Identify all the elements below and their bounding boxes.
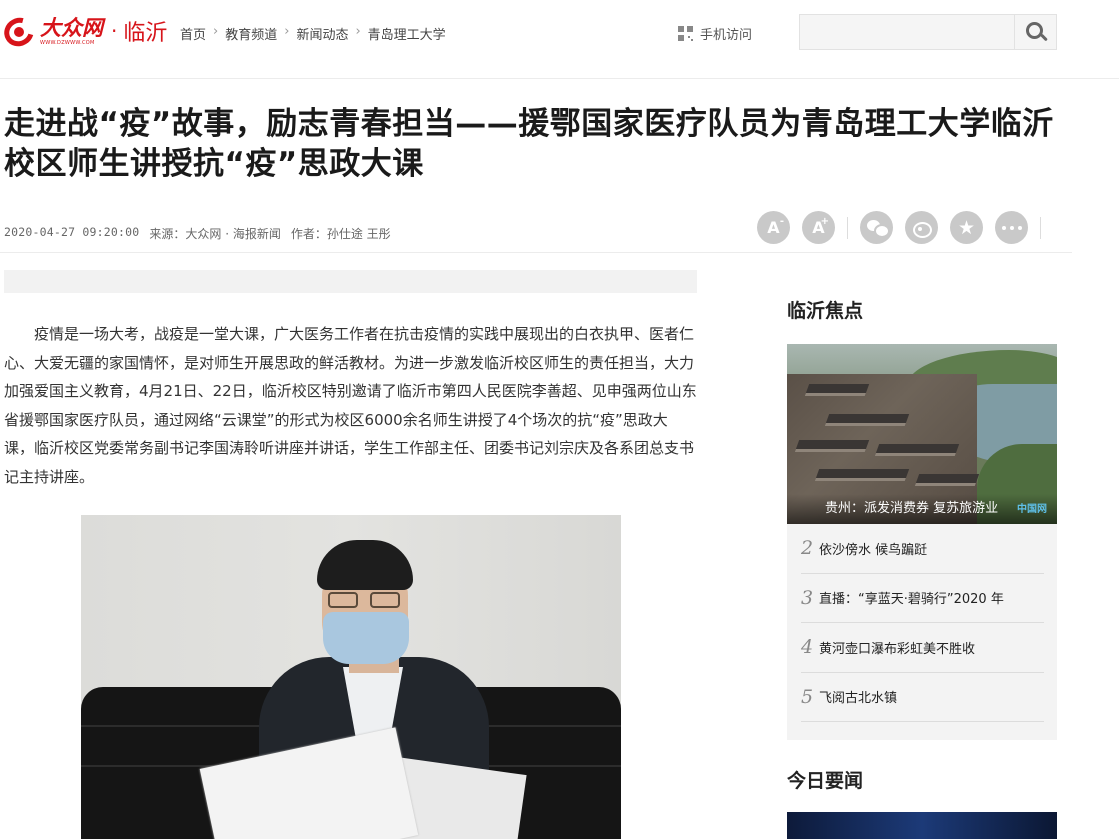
more-icon[interactable] xyxy=(995,211,1028,244)
feature-news-caption: 贵州：派发消费券 复苏旅游业 xyxy=(825,501,999,516)
toolbar-divider xyxy=(847,216,848,239)
news-link[interactable]: 飞阅古北水镇 xyxy=(819,687,897,706)
mobile-access-link[interactable]: 手机访问 xyxy=(678,24,752,43)
qr-code-icon xyxy=(678,26,693,41)
mobile-access-label: 手机访问 xyxy=(700,28,753,43)
source-label: 来源： xyxy=(149,227,186,241)
logo-name: 大众网 xyxy=(40,14,103,40)
rank-number: 5 xyxy=(801,685,814,708)
search-box xyxy=(799,14,1057,50)
breadcrumb-news[interactable]: 新闻动态 xyxy=(296,24,348,43)
weibo-icon[interactable] xyxy=(905,211,938,244)
sidebar-focus-title: 临沂焦点 xyxy=(787,300,864,322)
sidebar-today-title: 今日要闻 xyxy=(787,770,864,792)
breadcrumb-separator: › xyxy=(284,24,290,39)
author-label: 作者： xyxy=(290,227,327,241)
font-smaller-button[interactable]: A- xyxy=(757,211,790,244)
list-item[interactable]: 3 直播：“享蓝天·碧骑行”2020 年 xyxy=(801,574,1044,623)
news-link[interactable]: 黄河壶口瀑布彩虹美不胜收 xyxy=(819,638,975,657)
list-item[interactable]: 2 依沙傍水 候鸟蹁跹 xyxy=(801,524,1044,574)
source-info: 来源：大众网 · 海报新闻 xyxy=(149,225,280,242)
logo-mark-icon xyxy=(0,12,39,52)
star-icon[interactable]: ★ xyxy=(950,211,983,244)
article-photo xyxy=(81,515,621,839)
article-top-bar xyxy=(4,270,697,293)
source-name: 大众网 · 海报新闻 xyxy=(185,227,281,241)
article-paragraph: 疫情是一场大考，战疫是一堂大课，广大医务工作者在抗击疫情的实践中展现出的白衣执甲… xyxy=(4,325,697,486)
wechat-icon[interactable] xyxy=(860,211,893,244)
author-info: 作者：孙仕途 王彤 xyxy=(291,225,391,242)
breadcrumb-education[interactable]: 教育频道 xyxy=(225,24,277,43)
breadcrumb-separator: › xyxy=(213,24,219,39)
article-title: 走进战“疫”故事，励志青春担当——援鄂国家医疗队员为青岛理工大学临沂校区师生讲授… xyxy=(4,106,1054,182)
logo-url: WWW.DZWWW.COM xyxy=(40,39,95,46)
logo-city: 临沂 xyxy=(123,21,168,46)
news-link[interactable]: 直播：“享蓝天·碧骑行”2020 年 xyxy=(819,588,1004,607)
rank-number: 3 xyxy=(801,586,814,609)
breadcrumb: 首页 › 教育频道 › 新闻动态 › 青岛理工大学 xyxy=(180,24,446,43)
article-toolbar: A- A + ★ xyxy=(757,211,1053,244)
article-meta: 2020-04-27 09:20:00 来源：大众网 · 海报新闻 作者：孙仕途… xyxy=(4,225,401,242)
focus-news-box: 贵州：派发消费券 复苏旅游业 中国网 2 依沙傍水 候鸟蹁跹 3 直播：“享蓝天… xyxy=(787,344,1057,740)
logo-separator: · xyxy=(111,19,118,43)
china-net-logo: 中国网 xyxy=(1017,504,1047,515)
breadcrumb-university[interactable]: 青岛理工大学 xyxy=(368,24,446,43)
rank-number: 2 xyxy=(801,537,814,560)
focus-news-list: 2 依沙傍水 候鸟蹁跹 3 直播：“享蓝天·碧骑行”2020 年 4 黄河壶口瀑… xyxy=(801,524,1044,722)
head-divider xyxy=(0,252,1072,253)
feature-news-image[interactable]: 贵州：派发消费券 复苏旅游业 中国网 xyxy=(787,344,1057,524)
site-logo[interactable]: 大众网 WWW.DZWWW.COM · 临沂 xyxy=(0,12,168,52)
publish-datetime: 2020-04-27 09:20:00 xyxy=(4,225,140,239)
toolbar-divider xyxy=(1040,216,1041,239)
breadcrumb-separator: › xyxy=(355,24,361,39)
breadcrumb-home[interactable]: 首页 xyxy=(180,24,206,43)
logo-text: 大众网 WWW.DZWWW.COM xyxy=(40,14,103,46)
site-header: 大众网 WWW.DZWWW.COM · 临沂 首页 › 教育频道 › 新闻动态 … xyxy=(0,0,1119,79)
rank-number: 4 xyxy=(801,636,814,659)
search-input[interactable] xyxy=(800,15,1014,49)
search-button[interactable] xyxy=(1014,15,1056,49)
font-larger-button[interactable]: A + xyxy=(802,211,835,244)
list-item[interactable]: 5 飞阅古北水镇 xyxy=(801,673,1044,722)
news-link[interactable]: 依沙傍水 候鸟蹁跹 xyxy=(819,539,927,558)
list-item[interactable]: 4 黄河壶口瀑布彩虹美不胜收 xyxy=(801,623,1044,673)
author-name: 孙仕途 王彤 xyxy=(326,227,391,241)
today-news-image[interactable] xyxy=(787,812,1057,839)
